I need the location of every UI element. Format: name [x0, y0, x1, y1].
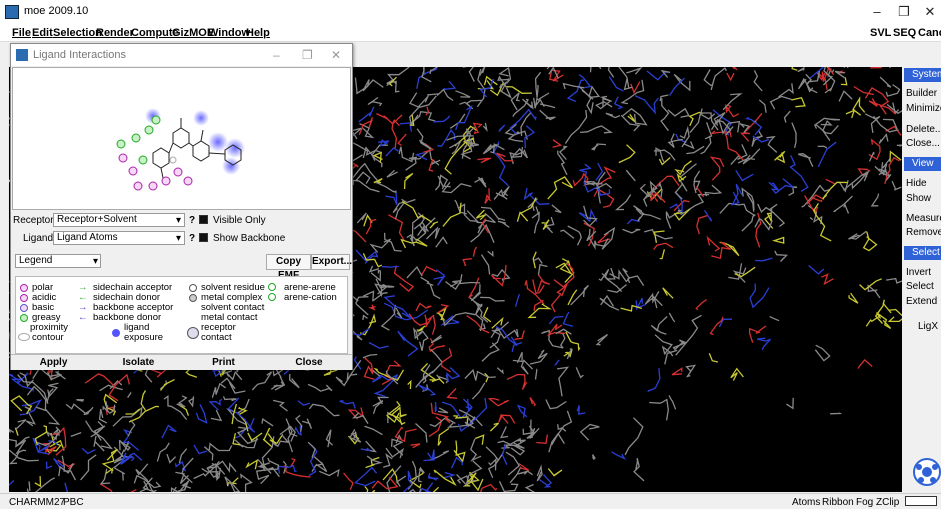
ligand-help-button[interactable]: ? [189, 233, 195, 244]
moe-app-icon [5, 5, 19, 19]
seq-button[interactable]: SEQ [893, 27, 916, 39]
dialog-title-bar: Ligand Interactions – ❐ ✕ [11, 44, 352, 66]
menu-window[interactable]: Window [208, 27, 250, 39]
visible-only-checkbox[interactable] [199, 215, 208, 224]
dialog-button-row: Apply Isolate Print Close [11, 354, 352, 370]
chevron-down-icon[interactable]: ▾ [176, 233, 181, 244]
basic-swatch-icon [20, 304, 28, 312]
zclip-slider[interactable] [905, 496, 937, 506]
interaction-diagram[interactable] [12, 67, 351, 210]
remove-button[interactable]: Remove [904, 226, 941, 240]
legend-panel: polar acidic basic greasy proximity cont… [15, 276, 348, 354]
legend-exposure: exposure [124, 332, 164, 343]
window-title: moe 2009.10 [24, 5, 89, 17]
chevron-down-icon[interactable]: ▾ [176, 215, 181, 226]
system-header-button[interactable]: System [904, 68, 941, 82]
view-header-button[interactable]: View [904, 157, 941, 171]
visible-only-label: Visible Only [213, 215, 266, 226]
title-bar: moe 2009.10 – ❐ ✕ [0, 0, 941, 24]
restore-window-button[interactable]: ❐ [893, 3, 915, 21]
dialog-minimize-button[interactable]: – [273, 48, 280, 62]
legend-contour: contour [32, 332, 64, 343]
receptor-help-button[interactable]: ? [189, 215, 195, 226]
ligand-2d-diagram [116, 108, 245, 191]
dialog-maximize-button[interactable]: ❐ [302, 48, 313, 62]
greasy-swatch-icon [20, 314, 28, 322]
delete-button[interactable]: Delete... [904, 123, 941, 137]
right-command-panel: System Builder Minimize Delete... Close.… [902, 67, 941, 492]
acidic-swatch-icon [20, 294, 28, 302]
dialog-title: Ligand Interactions [33, 49, 126, 61]
legend-arene-cation: arene-cation [284, 292, 337, 303]
dialog-close-button[interactable]: ✕ [331, 48, 341, 62]
ligx-button[interactable]: LigX [904, 320, 941, 334]
pbc-label[interactable]: PBC [63, 497, 84, 508]
ligand-select[interactable]: Ligand Atoms [53, 231, 185, 245]
cancel-button[interactable]: Cance [918, 27, 941, 39]
menu-file[interactable]: File [12, 27, 31, 39]
dialog-close-action-button[interactable]: Close [266, 357, 352, 368]
contour-swatch-icon [18, 333, 30, 341]
dialog-app-icon [16, 49, 28, 61]
builder-button[interactable]: Builder [904, 87, 941, 101]
show-backbone-label: Show Backbone [213, 233, 286, 244]
select-button[interactable]: Select [904, 280, 941, 294]
export-button[interactable]: Export... [311, 254, 352, 270]
close-window-button[interactable]: ✕ [919, 3, 941, 21]
zclip-toggle[interactable]: ZClip [876, 497, 899, 508]
menu-bar: File Edit Selection Render Compute GizMO… [0, 24, 941, 42]
menu-selection[interactable]: Selection [53, 27, 102, 39]
show-button[interactable]: Show [904, 192, 941, 206]
menu-edit[interactable]: Edit [32, 27, 53, 39]
copy-emf-button[interactable]: Copy EMF [266, 254, 311, 281]
polar-swatch-icon [20, 284, 28, 292]
status-bar: CHARMM27 PBC Atoms Ribbon Fog ZClip [0, 493, 941, 509]
extend-button[interactable]: Extend [904, 295, 941, 309]
menu-render[interactable]: Render [96, 27, 134, 39]
metal-complex-icon [189, 294, 197, 302]
show-backbone-checkbox[interactable] [199, 233, 208, 242]
forcefield-label[interactable]: CHARMM27 [9, 497, 65, 508]
legend-select[interactable]: Legend [15, 254, 101, 268]
minimize-window-button[interactable]: – [866, 3, 888, 21]
menu-help[interactable]: Help [246, 27, 270, 39]
chevron-down-icon[interactable]: ▾ [93, 256, 98, 267]
svl-button[interactable]: SVL [870, 27, 891, 39]
receptor-contact-icon [187, 327, 199, 339]
minimize-button[interactable]: Minimize [904, 102, 941, 116]
print-button[interactable]: Print [181, 357, 266, 368]
measure-button[interactable]: Measure [904, 212, 941, 226]
select-header-button[interactable]: Select [904, 246, 941, 260]
rotation-globe-icon[interactable] [912, 457, 941, 487]
ligand-interactions-dialog: Ligand Interactions – ❐ ✕ Receptor: Rece… [10, 43, 353, 370]
atoms-toggle[interactable]: Atoms [792, 497, 820, 508]
fog-toggle[interactable]: Fog [856, 497, 873, 508]
invert-button[interactable]: Invert [904, 266, 941, 280]
receptor-select[interactable]: Receptor+Solvent [53, 213, 185, 227]
apply-button[interactable]: Apply [11, 357, 96, 368]
solvent-residue-icon [189, 284, 197, 292]
legend-contact: contact [201, 332, 232, 343]
ribbon-toggle[interactable]: Ribbon [822, 497, 854, 508]
ligand-label: Ligand: [23, 233, 56, 244]
close-button[interactable]: Close... [904, 137, 941, 151]
arene-arene-icon [268, 283, 276, 291]
ligand-exposure-icon [112, 329, 120, 337]
isolate-button[interactable]: Isolate [96, 357, 181, 368]
hide-button[interactable]: Hide [904, 177, 941, 191]
arene-cation-icon [268, 293, 276, 301]
receptor-label: Receptor: [13, 215, 57, 226]
bb-donor-arrow-icon: ← [78, 312, 88, 323]
